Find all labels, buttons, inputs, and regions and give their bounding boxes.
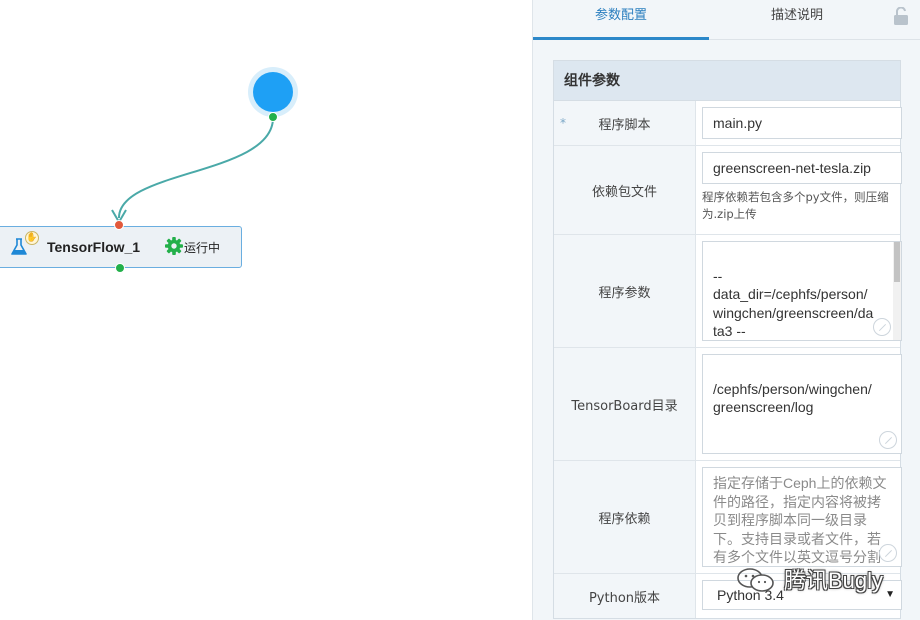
row-script: * 程序脚本 main.py xyxy=(554,101,902,146)
args-scrollbar[interactable] xyxy=(893,242,901,340)
field-deps: greenscreen-net-tesla.zip 程序依赖若包含多个py文件，… xyxy=(702,152,902,223)
gear-icon xyxy=(165,237,183,255)
node-status: 运行中 xyxy=(184,241,221,255)
tab-params[interactable]: 参数配置 xyxy=(533,0,709,40)
resize-icon[interactable] xyxy=(879,544,897,562)
wechat-icon xyxy=(737,568,774,592)
row-args: 程序参数 -- data_dir=/cephfs/person/ wingche… xyxy=(554,235,902,348)
field-tensorboard: /cephfs/person/wingchen/ greenscreen/log xyxy=(702,354,902,454)
deps-hint: 程序依赖若包含多个py文件，则压缩为.zip上传 xyxy=(702,190,889,221)
dependency-textarea[interactable]: 指定存储于Ceph上的依赖文件的路径，指定内容将被拷贝到程序脚本同一级目录下。支… xyxy=(702,467,902,567)
label-python: Python版本 xyxy=(554,574,696,618)
args-scroll-thumb[interactable] xyxy=(894,242,900,282)
tab-description[interactable]: 描述说明 xyxy=(709,0,885,40)
label-dependency: 程序依赖 xyxy=(554,461,696,573)
label-script-text: 程序脚本 xyxy=(598,117,651,133)
section-title: 组件参数 xyxy=(554,61,900,101)
label-args: 程序参数 xyxy=(554,235,696,347)
chevron-down-icon: ▼ xyxy=(885,589,895,600)
start-node-output-port[interactable] xyxy=(268,112,278,122)
field-args: -- data_dir=/cephfs/person/ wingchen/gre… xyxy=(702,241,902,341)
resize-icon[interactable] xyxy=(879,431,897,449)
args-textarea[interactable]: -- data_dir=/cephfs/person/ wingchen/gre… xyxy=(702,241,902,341)
label-deps: 依赖包文件 xyxy=(554,146,696,234)
start-node-circle xyxy=(253,72,293,112)
node-input-port[interactable] xyxy=(114,220,124,230)
row-tensorboard: TensorBoard目录 /cephfs/person/wingchen/ g… xyxy=(554,348,902,461)
args-text: -- data_dir=/cephfs/person/ wingchen/gre… xyxy=(713,267,874,340)
properties-panel: 参数配置 描述说明 组件参数 * 程序脚本 main.py 依赖包文件 gree… xyxy=(532,0,920,620)
tensorflow-node[interactable]: ✋ TensorFlow_1 运行中 xyxy=(0,226,242,268)
field-script: main.py xyxy=(702,107,902,139)
tensorboard-text: /cephfs/person/wingchen/ greenscreen/log xyxy=(713,380,872,416)
panel-tabs: 参数配置 描述说明 xyxy=(533,0,920,40)
node-output-port[interactable] xyxy=(115,263,125,273)
row-dependency: 程序依赖 指定存储于Ceph上的依赖文件的路径，指定内容将被拷贝到程序脚本同一级… xyxy=(554,461,902,574)
required-mark: * xyxy=(560,116,566,130)
row-deps: 依赖包文件 greenscreen-net-tesla.zip 程序依赖若包含多… xyxy=(554,146,902,235)
node-name: TensorFlow_1 xyxy=(47,239,141,255)
workflow-canvas[interactable]: ✋ TensorFlow_1 运行中 xyxy=(0,0,532,620)
component-params-form: 组件参数 * 程序脚本 main.py 依赖包文件 greenscreen-ne… xyxy=(553,60,902,619)
label-tensorboard: TensorBoard目录 xyxy=(554,348,696,460)
script-input[interactable]: main.py xyxy=(702,107,902,139)
unlock-icon[interactable] xyxy=(893,7,909,25)
resize-icon[interactable] xyxy=(873,318,891,336)
tensorboard-textarea[interactable]: /cephfs/person/wingchen/ greenscreen/log xyxy=(702,354,902,454)
start-node[interactable] xyxy=(248,67,298,117)
dependency-placeholder: 指定存储于Ceph上的依赖文件的路径，指定内容将被拷贝到程序脚本同一级目录下。支… xyxy=(713,475,887,565)
watermark-text: 腾讯Bugly xyxy=(784,568,884,593)
app-root: ✋ TensorFlow_1 运行中 参数配置 描述说明 组件参数 * 程序脚本… xyxy=(0,0,920,620)
label-script: * 程序脚本 xyxy=(554,101,696,145)
field-dependency: 指定存储于Ceph上的依赖文件的路径，指定内容将被拷贝到程序脚本同一级目录下。支… xyxy=(702,467,902,567)
node-badge-icon: ✋ xyxy=(25,231,39,245)
deps-input[interactable]: greenscreen-net-tesla.zip xyxy=(702,152,902,184)
